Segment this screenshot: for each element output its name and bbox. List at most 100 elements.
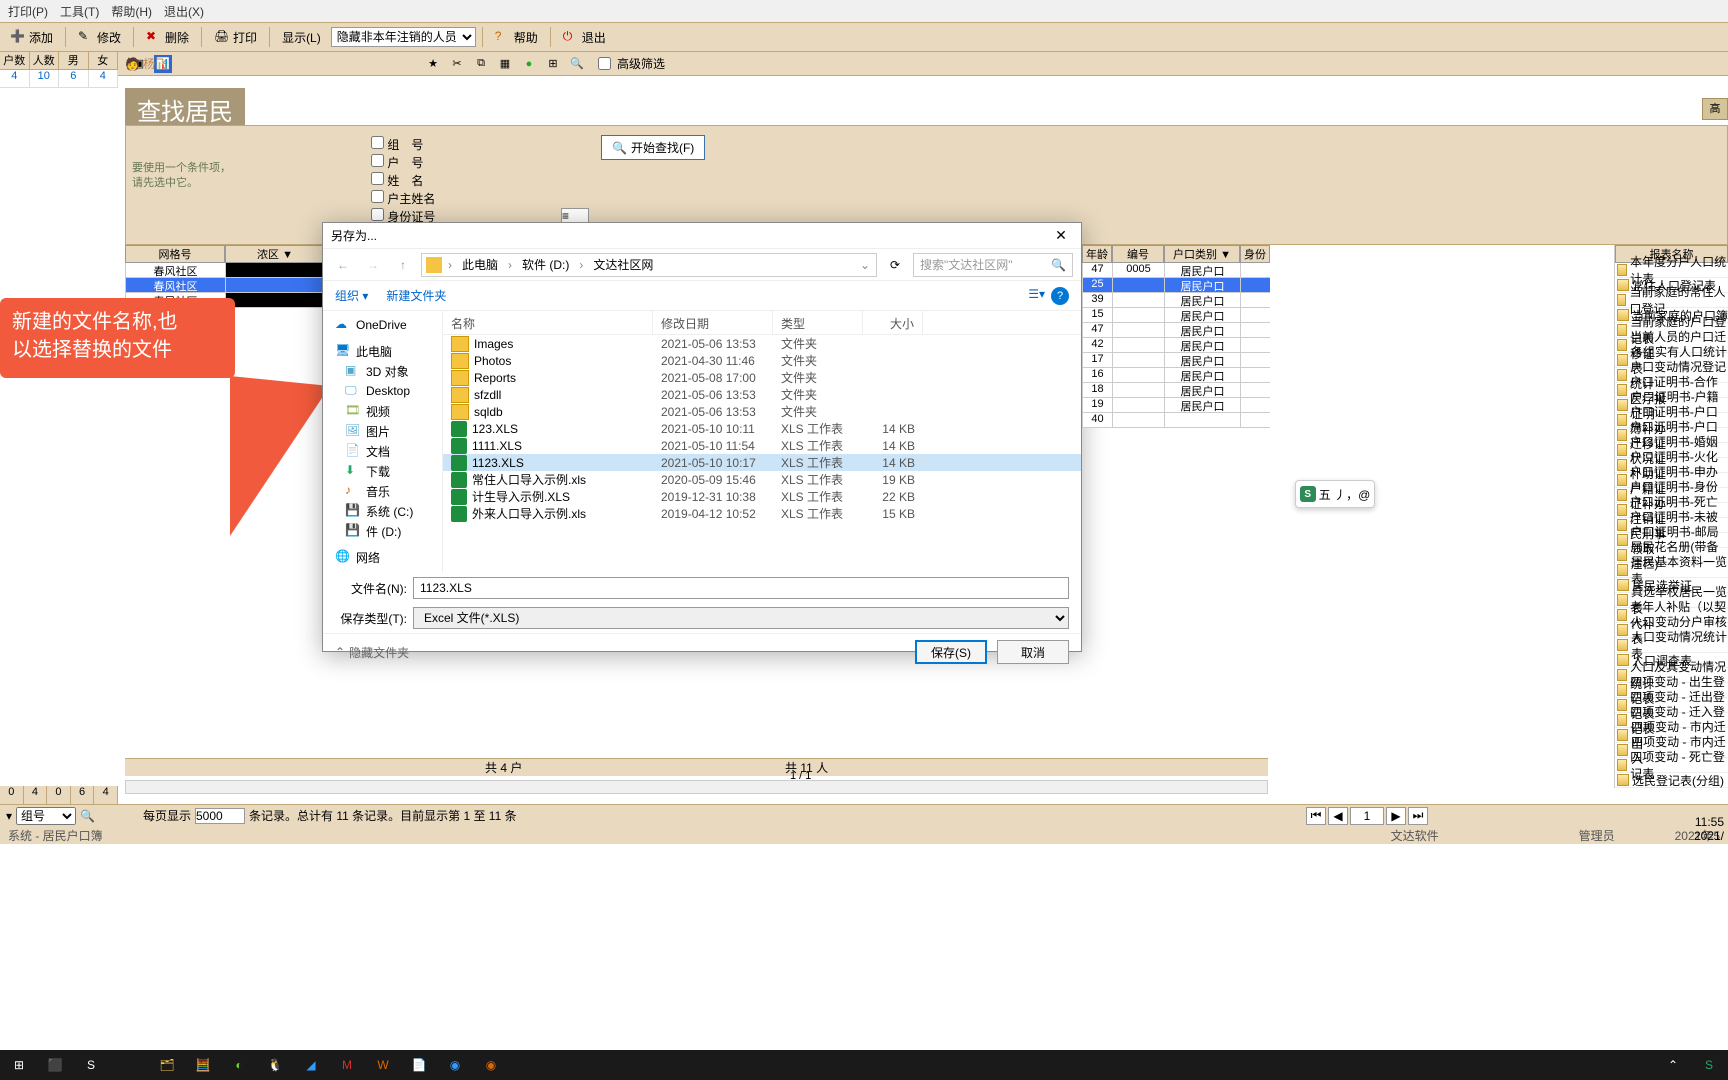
table-row[interactable]: 18居民户口 — [1082, 383, 1270, 398]
task-edge[interactable]: ◉ — [442, 1052, 468, 1078]
icon-9[interactable]: 🔍 — [568, 55, 586, 73]
nav-forward-button[interactable]: → — [361, 253, 385, 277]
menu-help[interactable]: 帮助(H) — [111, 3, 152, 20]
search-small-icon[interactable]: 🔍 — [80, 809, 95, 823]
save-button[interactable]: 保存(S) — [915, 640, 987, 664]
help-icon[interactable]: ? — [1051, 287, 1069, 305]
task-wps[interactable]: W — [370, 1052, 396, 1078]
icon-3[interactable]: ★ — [424, 55, 442, 73]
file-row[interactable]: Images2021-05-06 13:53文件夹 — [443, 335, 1081, 352]
tree-d[interactable]: 💾件 (D:) — [325, 521, 440, 541]
hscrollbar[interactable] — [125, 780, 1268, 794]
tree-c[interactable]: 💾系统 (C:) — [325, 501, 440, 521]
col-size[interactable]: 大小 — [863, 311, 923, 334]
new-folder-button[interactable]: 新建文件夹 — [386, 287, 446, 304]
report-item[interactable]: 选民登记表(分组) — [1615, 773, 1728, 788]
cancel-button[interactable]: 取消 — [997, 640, 1069, 664]
menu-print[interactable]: 打印(P) — [8, 3, 48, 20]
task-explorer[interactable]: 🗂 — [154, 1052, 180, 1078]
task-app3[interactable]: М — [334, 1052, 360, 1078]
col-date[interactable]: 修改日期 — [653, 311, 773, 334]
task-1[interactable]: ⬛ — [42, 1052, 68, 1078]
exit-button[interactable]: ⏻退出 — [557, 27, 612, 48]
tree-downloads[interactable]: ⬇下载 — [325, 461, 440, 481]
page-input[interactable] — [1350, 807, 1384, 825]
table-row[interactable]: 15居民户口 — [1082, 308, 1270, 323]
icon-5[interactable]: ⧉ — [472, 55, 490, 73]
task-calc[interactable]: 🧮 — [190, 1052, 216, 1078]
perpage-input[interactable] — [195, 808, 245, 824]
first-page-button[interactable]: ⏮ — [1306, 807, 1326, 825]
filter-select[interactable]: 隐藏非本年注销的人员 — [331, 27, 476, 47]
start-search-button[interactable]: 🔍开始查找(F) — [601, 135, 705, 160]
ime-float[interactable]: S 五 丿，@ — [1295, 480, 1375, 508]
col-num[interactable]: 编号 — [1112, 245, 1164, 263]
tree-videos[interactable]: 🎞视频 — [325, 401, 440, 421]
cond-group[interactable]: 组 号 — [371, 136, 435, 154]
filetype-select[interactable]: Excel 文件(*.XLS) — [413, 607, 1069, 629]
tree-onedrive[interactable]: ☁OneDrive — [325, 315, 440, 335]
task-qq[interactable]: 🐧 — [262, 1052, 288, 1078]
tree-documents[interactable]: 📄文档 — [325, 441, 440, 461]
prev-page-button[interactable]: ◀ — [1328, 807, 1348, 825]
cond-name[interactable]: 姓 名 — [371, 172, 435, 190]
file-row[interactable]: 常住人口导入示例.xls2020-05-09 15:46XLS 工作表19 KB — [443, 471, 1081, 488]
col-name[interactable]: 名称 — [443, 311, 653, 334]
file-row[interactable]: 外来人口导入示例.xls2019-04-12 10:52XLS 工作表15 KB — [443, 505, 1081, 522]
cond-head[interactable]: 户主姓名 — [371, 190, 435, 208]
icon-7[interactable]: ● — [520, 55, 538, 73]
menu-exit[interactable]: 退出(X) — [164, 3, 204, 20]
help-button[interactable]: ?帮助 — [489, 27, 544, 48]
task-app2[interactable]: ◢ — [298, 1052, 324, 1078]
by-dropdown-icon[interactable]: ▾ — [6, 809, 12, 823]
file-row[interactable]: Photos2021-04-30 11:46文件夹 — [443, 352, 1081, 369]
high-button[interactable]: 高 — [1702, 98, 1728, 120]
tray-ime-icon[interactable]: S — [1696, 1052, 1722, 1078]
table-row[interactable]: 40 — [1082, 413, 1270, 428]
nav-up-button[interactable]: ↑ — [391, 253, 415, 277]
file-row[interactable]: 计生导入示例.XLS2019-12-31 10:38XLS 工作表22 KB — [443, 488, 1081, 505]
filename-input[interactable] — [413, 577, 1069, 599]
icon-6[interactable]: ▦ — [496, 55, 514, 73]
tree-desktop[interactable]: 🖵Desktop — [325, 381, 440, 401]
dialog-close-button[interactable]: ✕ — [1041, 223, 1081, 249]
hide-folders-toggle[interactable]: ⌃ 隐藏文件夹 — [335, 644, 409, 661]
table-row[interactable]: 25居民户口 — [1082, 278, 1270, 293]
table-row[interactable]: 47居民户口 — [1082, 323, 1270, 338]
file-row[interactable]: 1123.XLS2021-05-10 10:17XLS 工作表14 KB — [443, 454, 1081, 471]
col-area[interactable]: 浓区 ▼ — [225, 245, 325, 263]
last-page-button[interactable]: ⏭ — [1408, 807, 1428, 825]
task-doc[interactable]: 📄 — [406, 1052, 432, 1078]
crumb-dropdown-icon[interactable]: ⌄ — [856, 258, 876, 272]
edit-button[interactable]: ✎修改 — [72, 27, 127, 48]
table-row[interactable]: 39居民户口 — [1082, 293, 1270, 308]
table-row[interactable]: 春风社区 — [125, 263, 325, 278]
file-row[interactable]: 1111.XLS2021-05-10 11:54XLS 工作表14 KB — [443, 437, 1081, 454]
table-row[interactable]: 470005居民户口 — [1082, 263, 1270, 278]
col-hhtype[interactable]: 户口类别 ▼ — [1164, 245, 1240, 263]
tree-3d[interactable]: ▣3D 对象 — [325, 361, 440, 381]
nav-back-button[interactable]: ← — [331, 253, 355, 277]
tray-up-icon[interactable]: ⌃ — [1660, 1052, 1686, 1078]
icon-8[interactable]: ⊞ — [544, 55, 562, 73]
file-row[interactable]: 123.XLS2021-05-10 10:11XLS 工作表14 KB — [443, 420, 1081, 437]
file-row[interactable]: Reports2021-05-08 17:00文件夹 — [443, 369, 1081, 386]
start-button[interactable]: ⊞ — [6, 1052, 32, 1078]
file-row[interactable]: sqldb2021-05-06 13:53文件夹 — [443, 403, 1081, 420]
advfilter-check[interactable] — [598, 57, 611, 70]
table-row[interactable]: 17居民户口 — [1082, 353, 1270, 368]
tree-thispc[interactable]: 🖥此电脑 — [325, 341, 440, 361]
add-button[interactable]: ➕添加 — [4, 27, 59, 48]
table-row[interactable]: 16居民户口 — [1082, 368, 1270, 383]
task-rec[interactable]: ◉ — [478, 1052, 504, 1078]
tree-network[interactable]: 🌐网络 — [325, 547, 440, 567]
task-2[interactable]: S — [78, 1052, 104, 1078]
delete-button[interactable]: ✖删除 — [140, 27, 195, 48]
cond-hh[interactable]: 户 号 — [371, 154, 435, 172]
table-row[interactable]: 春风社区 — [125, 278, 325, 293]
groupby-select[interactable]: 组号 — [16, 807, 76, 825]
breadcrumb[interactable]: › 此电脑 › 软件 (D:) › 文达社区网 ⌄ — [421, 253, 877, 277]
tree-music[interactable]: ♪音乐 — [325, 481, 440, 501]
col-age[interactable]: 年龄 — [1082, 245, 1112, 263]
file-row[interactable]: sfzdll2021-05-06 13:53文件夹 — [443, 386, 1081, 403]
